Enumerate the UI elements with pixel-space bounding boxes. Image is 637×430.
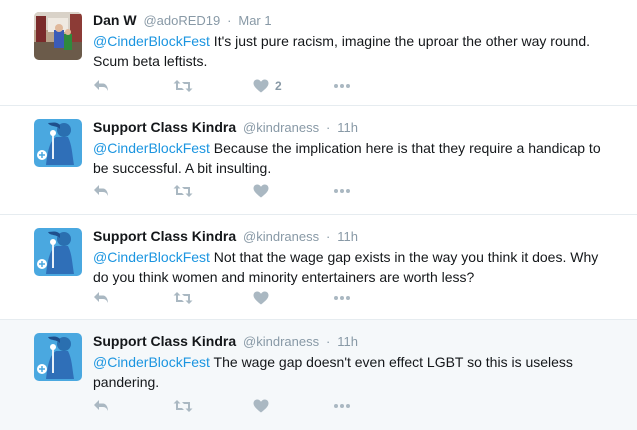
tweet-timestamp[interactable]: 11h [337,229,358,244]
separator-dot: · [227,13,232,28]
like-icon [253,291,269,305]
author-handle[interactable]: @kindraness [243,120,319,135]
reply-icon [93,184,109,198]
avatar[interactable] [34,228,82,276]
like-icon [253,79,269,93]
separator-dot: · [326,334,331,349]
photo-avatar-image [34,12,82,60]
tweet-actions [93,289,351,307]
more-button[interactable] [333,83,351,89]
illustration-avatar-image [34,228,82,276]
mention-link[interactable]: @CinderBlockFest [93,140,210,156]
tweet-header: Support Class Kindra @kindraness · 11h [93,332,617,351]
tweet-content: Support Class Kindra @kindraness · 11h @… [93,332,617,392]
tweet-actions [93,397,351,415]
avatar[interactable] [34,333,82,381]
retweet-icon [173,79,193,93]
mention-link[interactable]: @CinderBlockFest [93,354,210,370]
like-icon [253,399,269,413]
reply-button[interactable] [93,399,173,413]
more-button[interactable] [333,295,351,301]
more-button[interactable] [333,403,351,409]
tweet-timeline: Dan W @adoRED19 · Mar 1 @CinderBlockFest… [0,0,637,430]
author-name[interactable]: Support Class Kindra [93,228,236,244]
tweet[interactable]: Dan W @adoRED19 · Mar 1 @CinderBlockFest… [0,0,637,106]
mention-link[interactable]: @CinderBlockFest [93,33,210,49]
tweet-timestamp[interactable]: 11h [337,120,358,135]
author-name[interactable]: Support Class Kindra [93,333,236,349]
more-icon [333,295,351,301]
separator-dot: · [326,229,331,244]
tweet[interactable]: Support Class Kindra @kindraness · 11h @… [0,106,637,215]
author-name[interactable]: Dan W [93,12,137,28]
avatar[interactable] [34,12,82,60]
retweet-icon [173,184,193,198]
like-icon [253,184,269,198]
retweet-icon [173,399,193,413]
tweet-header: Support Class Kindra @kindraness · 11h [93,118,617,137]
reply-button[interactable] [93,79,173,93]
author-handle[interactable]: @adoRED19 [143,13,220,28]
tweet-content: Support Class Kindra @kindraness · 11h @… [93,227,617,287]
author-handle[interactable]: @kindraness [243,229,319,244]
like-button[interactable]: 2 [253,79,333,93]
more-button[interactable] [333,188,351,194]
retweet-icon [173,291,193,305]
tweet-header: Support Class Kindra @kindraness · 11h [93,227,617,246]
more-icon [333,83,351,89]
retweet-button[interactable] [173,399,253,413]
author-name[interactable]: Support Class Kindra [93,119,236,135]
retweet-button[interactable] [173,291,253,305]
like-button[interactable] [253,184,333,198]
tweet-text: @CinderBlockFest Not that the wage gap e… [93,247,617,287]
separator-dot: · [326,120,331,135]
illustration-avatar-image [34,333,82,381]
tweet-actions: 2 [93,77,351,95]
tweet-text: @CinderBlockFest It's just pure racism, … [93,31,617,71]
tweet-content: Support Class Kindra @kindraness · 11h @… [93,118,617,178]
tweet[interactable]: Support Class Kindra @kindraness · 11h @… [0,320,637,430]
author-handle[interactable]: @kindraness [243,334,319,349]
more-icon [333,188,351,194]
like-button[interactable] [253,291,333,305]
tweet-timestamp[interactable]: Mar 1 [238,13,271,28]
tweet-content: Dan W @adoRED19 · Mar 1 @CinderBlockFest… [93,11,617,71]
more-icon [333,403,351,409]
tweet[interactable]: Support Class Kindra @kindraness · 11h @… [0,215,637,320]
tweet-timestamp[interactable]: 11h [337,334,358,349]
retweet-button[interactable] [173,79,253,93]
like-button[interactable] [253,399,333,413]
reply-button[interactable] [93,184,173,198]
reply-button[interactable] [93,291,173,305]
avatar[interactable] [34,119,82,167]
tweet-text: @CinderBlockFest Because the implication… [93,138,617,178]
reply-icon [93,79,109,93]
tweet-header: Dan W @adoRED19 · Mar 1 [93,11,617,30]
retweet-button[interactable] [173,184,253,198]
reply-icon [93,291,109,305]
mention-link[interactable]: @CinderBlockFest [93,249,210,265]
tweet-actions [93,182,351,200]
illustration-avatar-image [34,119,82,167]
reply-icon [93,399,109,413]
tweet-text: @CinderBlockFest The wage gap doesn't ev… [93,352,617,392]
like-count: 2 [275,79,282,93]
